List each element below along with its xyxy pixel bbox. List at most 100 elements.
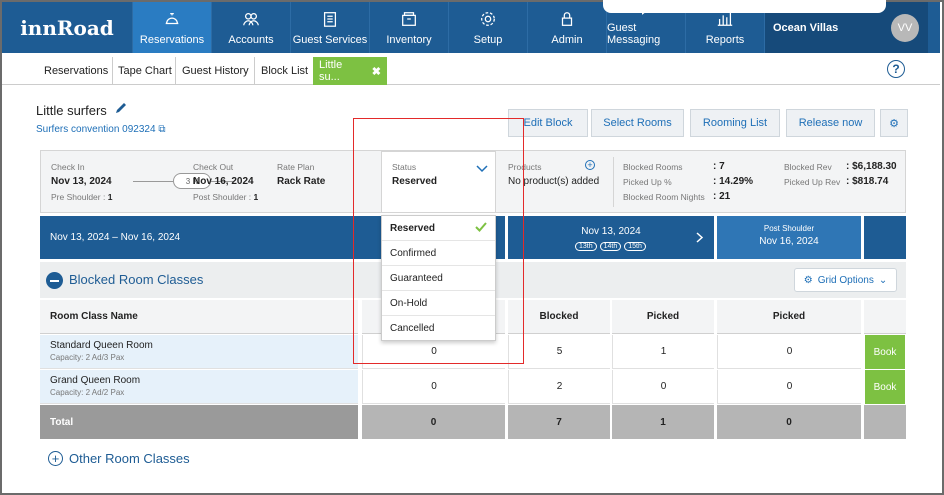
cell-picked: 1 — [612, 335, 714, 369]
cell-picked-post: 0 — [717, 335, 861, 369]
divider — [613, 157, 614, 207]
nav-guest-services[interactable]: Guest Services — [290, 2, 369, 53]
box-icon — [402, 12, 416, 26]
nav-setup[interactable]: Setup — [448, 2, 527, 53]
tab-label: Little su... — [319, 59, 343, 83]
table-row[interactable]: Grand Queen Room Capacity: 2 Ad/2 Pax — [40, 370, 358, 404]
total-label: Total — [40, 405, 358, 439]
picked-up-pct-label: Picked Up % — [623, 177, 672, 187]
cell-blocked[interactable]: 2 — [508, 370, 610, 404]
brand-logo[interactable]: innRoad — [2, 2, 132, 53]
select-rooms-button[interactable]: Select Rooms — [591, 109, 684, 137]
day-chips: 13th 14th 15th — [575, 242, 646, 251]
date-bar-end — [864, 216, 906, 259]
external-link-icon: ⧉ — [158, 124, 166, 135]
people-icon — [243, 12, 259, 26]
release-now-button[interactable]: Release now — [786, 109, 875, 137]
bell-icon — [165, 12, 179, 25]
rate-plan-value: Rack Rate — [277, 176, 326, 187]
nights-line — [133, 181, 173, 182]
checkout-label: Check Out — [193, 162, 234, 172]
clipboard-icon — [323, 12, 337, 27]
pre-shoulder-label: Pre Shoulder : — [51, 192, 106, 202]
blocked-rev-label: Blocked Rev — [784, 162, 832, 172]
table-row[interactable]: Standard Queen Room Capacity: 2 Ad/3 Pax — [40, 335, 358, 369]
settings-button[interactable]: ⚙ — [880, 109, 908, 137]
other-room-classes[interactable]: Other Room Classes — [69, 451, 190, 466]
gear-icon: ⚙ — [889, 117, 899, 130]
grid-options-button[interactable]: ⚙ Grid Options ⌄ — [794, 268, 897, 292]
cell-picked-post: 0 — [717, 370, 861, 404]
col-action — [864, 300, 906, 334]
tab-divider — [254, 57, 255, 85]
rooming-list-button[interactable]: Rooming List — [690, 109, 780, 137]
total-action — [864, 405, 906, 439]
nav-label: Accounts — [228, 34, 274, 46]
date-range: Nov 13, 2024 – Nov 16, 2024 — [50, 232, 181, 243]
post-shoulder-heading: Post Shoulder — [763, 224, 815, 233]
main-date: Nov 13, 2024 — [581, 226, 641, 237]
room-capacity: Capacity: 2 Ad/2 Pax — [50, 388, 125, 397]
day-chip[interactable]: 15th — [624, 242, 646, 251]
book-button[interactable]: Book — [865, 370, 905, 404]
post-shoulder-label: Post Shoulder : — [193, 192, 252, 202]
col-room-class: Room Class Name — [40, 300, 358, 334]
room-class-name: Standard Queen Room — [50, 340, 153, 351]
blocked-rooms-label: Blocked Rooms — [623, 162, 683, 172]
checkin-date: Nov 13, 2024 — [51, 176, 112, 187]
tab-divider — [112, 57, 113, 85]
checkout-date: Nov 16, 2024 — [193, 176, 254, 187]
gear-icon — [481, 12, 495, 26]
close-tab-icon[interactable]: ✖ — [372, 65, 381, 78]
tab-guest-history[interactable]: Guest History — [182, 57, 249, 85]
nav-label: Admin — [551, 34, 583, 46]
rate-plan-label: Rate Plan — [277, 162, 315, 172]
user-menu[interactable]: VV — [882, 2, 928, 53]
lock-icon — [561, 12, 573, 26]
chevron-right-icon[interactable] — [696, 232, 704, 243]
day-chip[interactable]: 14th — [599, 242, 622, 251]
total-blocked: 7 — [508, 405, 610, 439]
gear-icon: ⚙ — [803, 274, 813, 286]
cell-picked: 0 — [612, 370, 714, 404]
expand-icon[interactable]: + — [48, 451, 63, 466]
help-icon[interactable]: ? — [887, 60, 905, 78]
checkin-label: Check In — [51, 162, 85, 172]
nav-label: Reservations — [139, 34, 205, 46]
nav-reservations[interactable]: Reservations — [132, 2, 211, 53]
post-shoulder: Post Shoulder : 1 — [193, 192, 258, 202]
day-chip[interactable]: 13th — [575, 242, 597, 251]
nav-admin[interactable]: Admin — [527, 2, 606, 53]
block-link[interactable]: Surfers convention 092324 ⧉ — [36, 124, 165, 135]
tab-divider — [175, 57, 176, 85]
highlight-box — [353, 118, 524, 364]
nav-inventory[interactable]: Inventory — [369, 2, 448, 53]
post-shoulder-bar: Post Shoulder Nov 16, 2024 — [717, 216, 861, 259]
tab-little-surfers[interactable]: Little su... ✖ — [313, 57, 387, 85]
book-button[interactable]: Book — [865, 335, 905, 369]
tab-block-list[interactable]: Block List — [261, 57, 308, 85]
pre-shoulder-value: 1 — [107, 192, 113, 202]
blocked-nights-label: Blocked Room Nights — [623, 192, 705, 202]
add-product-icon[interactable]: + — [585, 160, 595, 170]
nav-label: Guest Messaging — [607, 22, 661, 46]
page-title: Little surfers — [36, 103, 107, 118]
room-capacity: Capacity: 2 Ad/3 Pax — [50, 353, 125, 362]
cell-value[interactable]: 0 — [362, 370, 505, 404]
global-search[interactable] — [603, 0, 886, 13]
nav-label: Reports — [705, 34, 745, 46]
main-dates-bar: Nov 13, 2024 13th 14th 15th — [508, 216, 714, 259]
tab-tape-chart[interactable]: Tape Chart — [118, 57, 172, 85]
nav-label: Inventory — [386, 34, 432, 46]
edit-pencil-icon[interactable] — [114, 101, 128, 115]
grid-options-label: Grid Options — [817, 274, 874, 286]
tab-reservations[interactable]: Reservations — [44, 57, 108, 85]
avatar[interactable]: VV — [891, 13, 919, 42]
blocked-rooms-value: : 7 — [713, 161, 725, 172]
blocked-rev-value: : $6,188.30 — [846, 161, 897, 172]
total-picked-post: 0 — [717, 405, 861, 439]
collapse-icon[interactable] — [46, 272, 63, 289]
picked-rev-value: : $818.74 — [846, 176, 889, 187]
nav-accounts[interactable]: Accounts — [211, 2, 290, 53]
col-picked-post: Picked — [717, 300, 861, 334]
